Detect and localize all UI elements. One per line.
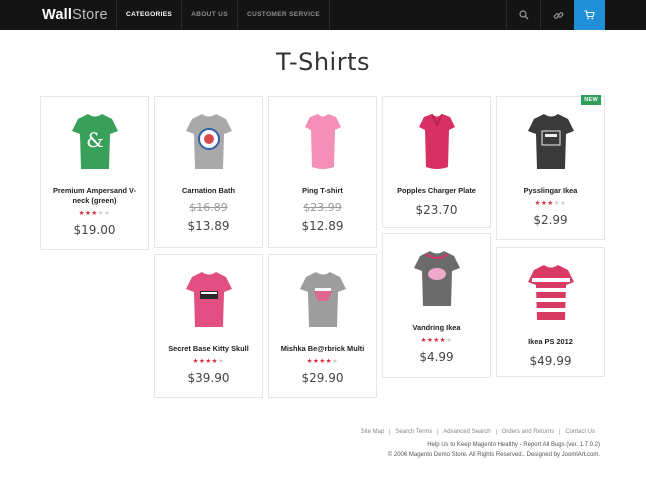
- product-card[interactable]: Ping T-shirt $23.99 $12.89: [268, 96, 377, 248]
- product-card[interactable]: Vandring Ikea ★★★★★ $4.99: [382, 233, 491, 378]
- logo-light-text: Store: [72, 7, 108, 23]
- product-name[interactable]: Ping T-shirt: [273, 186, 372, 196]
- rating-stars: ★★★★★: [41, 209, 148, 217]
- main-nav: CATEGORIES ABOUT US CUSTOMER SERVICE: [116, 0, 331, 30]
- product-card[interactable]: Ikea PS 2012 $49.99: [496, 247, 605, 377]
- nav-about-us[interactable]: ABOUT US: [181, 0, 237, 30]
- product-image[interactable]: [174, 109, 244, 175]
- search-button[interactable]: [506, 0, 541, 30]
- nav-customer-service[interactable]: CUSTOMER SERVICE: [236, 0, 331, 30]
- product-name[interactable]: Popples Charger Plate: [387, 186, 486, 196]
- product-name[interactable]: Secret Base Kitty Skull: [159, 344, 258, 354]
- product-price: $29.90: [301, 371, 344, 385]
- footer-link-contact-us[interactable]: Contact Us: [559, 429, 600, 435]
- logo-bold-text: Wall: [42, 7, 73, 23]
- product-card[interactable]: Popples Charger Plate $23.70: [382, 96, 491, 228]
- star-icon: ★: [103, 210, 111, 217]
- report-bugs-link[interactable]: Report All Bugs: [523, 442, 564, 448]
- product-name-line: Carnation Bath: [182, 186, 235, 195]
- rating-stars: ★★★★★: [497, 199, 604, 207]
- search-icon: [519, 10, 529, 20]
- help-suffix: (ver. 1.7.0.2): [564, 442, 600, 448]
- product-card[interactable]: Mishka Be@rbrick Multi ★★★★★ $29.90: [268, 254, 377, 398]
- product-image[interactable]: [288, 109, 358, 175]
- footer-link-search-terms[interactable]: Search Terms: [389, 429, 437, 435]
- designer-link[interactable]: JoomlArt.com: [562, 452, 599, 458]
- old-price: $16.89: [189, 201, 228, 214]
- footer-link-advanced-search[interactable]: Advanced Search: [437, 429, 495, 435]
- product-name[interactable]: Pysslingar Ikea: [501, 186, 600, 196]
- product-name-line: Vandring Ikea: [412, 323, 461, 332]
- product-card[interactable]: Pysslingar Ikea ★★★★★ $2.99 NEW: [496, 95, 605, 240]
- footer-links: Site Map Search Terms Advanced Search Or…: [356, 429, 600, 435]
- product-image[interactable]: [174, 267, 244, 333]
- product-price: $13.89: [187, 219, 230, 233]
- product-image[interactable]: [516, 260, 586, 326]
- link-icon: [553, 11, 563, 19]
- rating-stars: ★★★★★: [383, 336, 490, 344]
- cart-icon: [584, 10, 595, 20]
- product-name[interactable]: Mishka Be@rbrick Multi: [273, 344, 372, 354]
- product-name[interactable]: Vandring Ikea: [387, 323, 486, 333]
- product-price: $4.99: [419, 350, 454, 364]
- old-price: $23.99: [303, 201, 342, 214]
- copyright-prefix: © 2006 Magento Demo Store. All Rights Re…: [387, 452, 562, 458]
- footer-link-site-map[interactable]: Site Map: [356, 429, 390, 435]
- product-name-line: Popples Charger Plate: [397, 186, 476, 195]
- product-image[interactable]: [402, 246, 472, 312]
- product-price: $23.70: [415, 203, 458, 217]
- product-name-line: neck (green): [72, 196, 117, 205]
- copyright-suffix: .: [598, 452, 600, 458]
- footer-help-line: Help Us to Keep Magento Healthy - Report…: [427, 442, 600, 448]
- product-card[interactable]: & Premium Ampersand V-neck (green) ★★★★★ $1…: [40, 96, 149, 250]
- product-card[interactable]: Secret Base Kitty Skull ★★★★★ $39.90: [154, 254, 263, 398]
- site-logo[interactable]: WallStore: [42, 7, 108, 23]
- rating-stars: ★★★★★: [269, 357, 376, 365]
- product-image[interactable]: [402, 109, 472, 175]
- product-name-line: Premium Ampersand V-: [52, 186, 137, 195]
- footer-copyright: © 2006 Magento Demo Store. All Rights Re…: [388, 452, 600, 458]
- star-icon: ★: [559, 200, 567, 207]
- product-name-line: Mishka Be@rbrick Multi: [280, 344, 365, 353]
- product-image[interactable]: [516, 109, 586, 175]
- product-image[interactable]: &: [60, 109, 130, 175]
- product-name[interactable]: Ikea PS 2012: [501, 337, 600, 347]
- top-navigation-bar: WallStore CATEGORIES ABOUT US CUSTOMER S…: [0, 0, 646, 30]
- product-name[interactable]: Carnation Bath: [159, 186, 258, 196]
- new-badge: NEW: [581, 95, 601, 105]
- product-name-line: Ping T-shirt: [302, 186, 343, 195]
- footer-link-orders-returns[interactable]: Orders and Returns: [495, 429, 560, 435]
- product-name-line: Pysslingar Ikea: [523, 186, 578, 195]
- product-card[interactable]: Carnation Bath $16.89 $13.89: [154, 96, 263, 248]
- product-price: $49.99: [529, 354, 572, 368]
- nav-categories[interactable]: CATEGORIES: [116, 0, 181, 30]
- product-name[interactable]: Premium Ampersand V-neck (green): [45, 186, 144, 206]
- star-icon: ★: [217, 358, 225, 365]
- product-price: $39.90: [187, 371, 230, 385]
- rating-stars: ★★★★★: [155, 357, 262, 365]
- product-image[interactable]: [288, 267, 358, 333]
- product-price: $12.89: [301, 219, 344, 233]
- cart-button[interactable]: [574, 0, 605, 30]
- product-name-line: Ikea PS 2012: [528, 337, 573, 346]
- product-price: $19.00: [73, 223, 116, 237]
- star-icon: ★: [331, 358, 339, 365]
- help-prefix: Help Us to Keep Magento Healthy -: [427, 442, 524, 448]
- product-price: $2.99: [533, 213, 568, 227]
- star-icon: ★: [445, 337, 453, 344]
- svg-text:&: &: [86, 128, 104, 152]
- product-name-line: Secret Base Kitty Skull: [168, 344, 249, 353]
- links-button[interactable]: [540, 0, 575, 30]
- page-title: T-Shirts: [275, 48, 370, 76]
